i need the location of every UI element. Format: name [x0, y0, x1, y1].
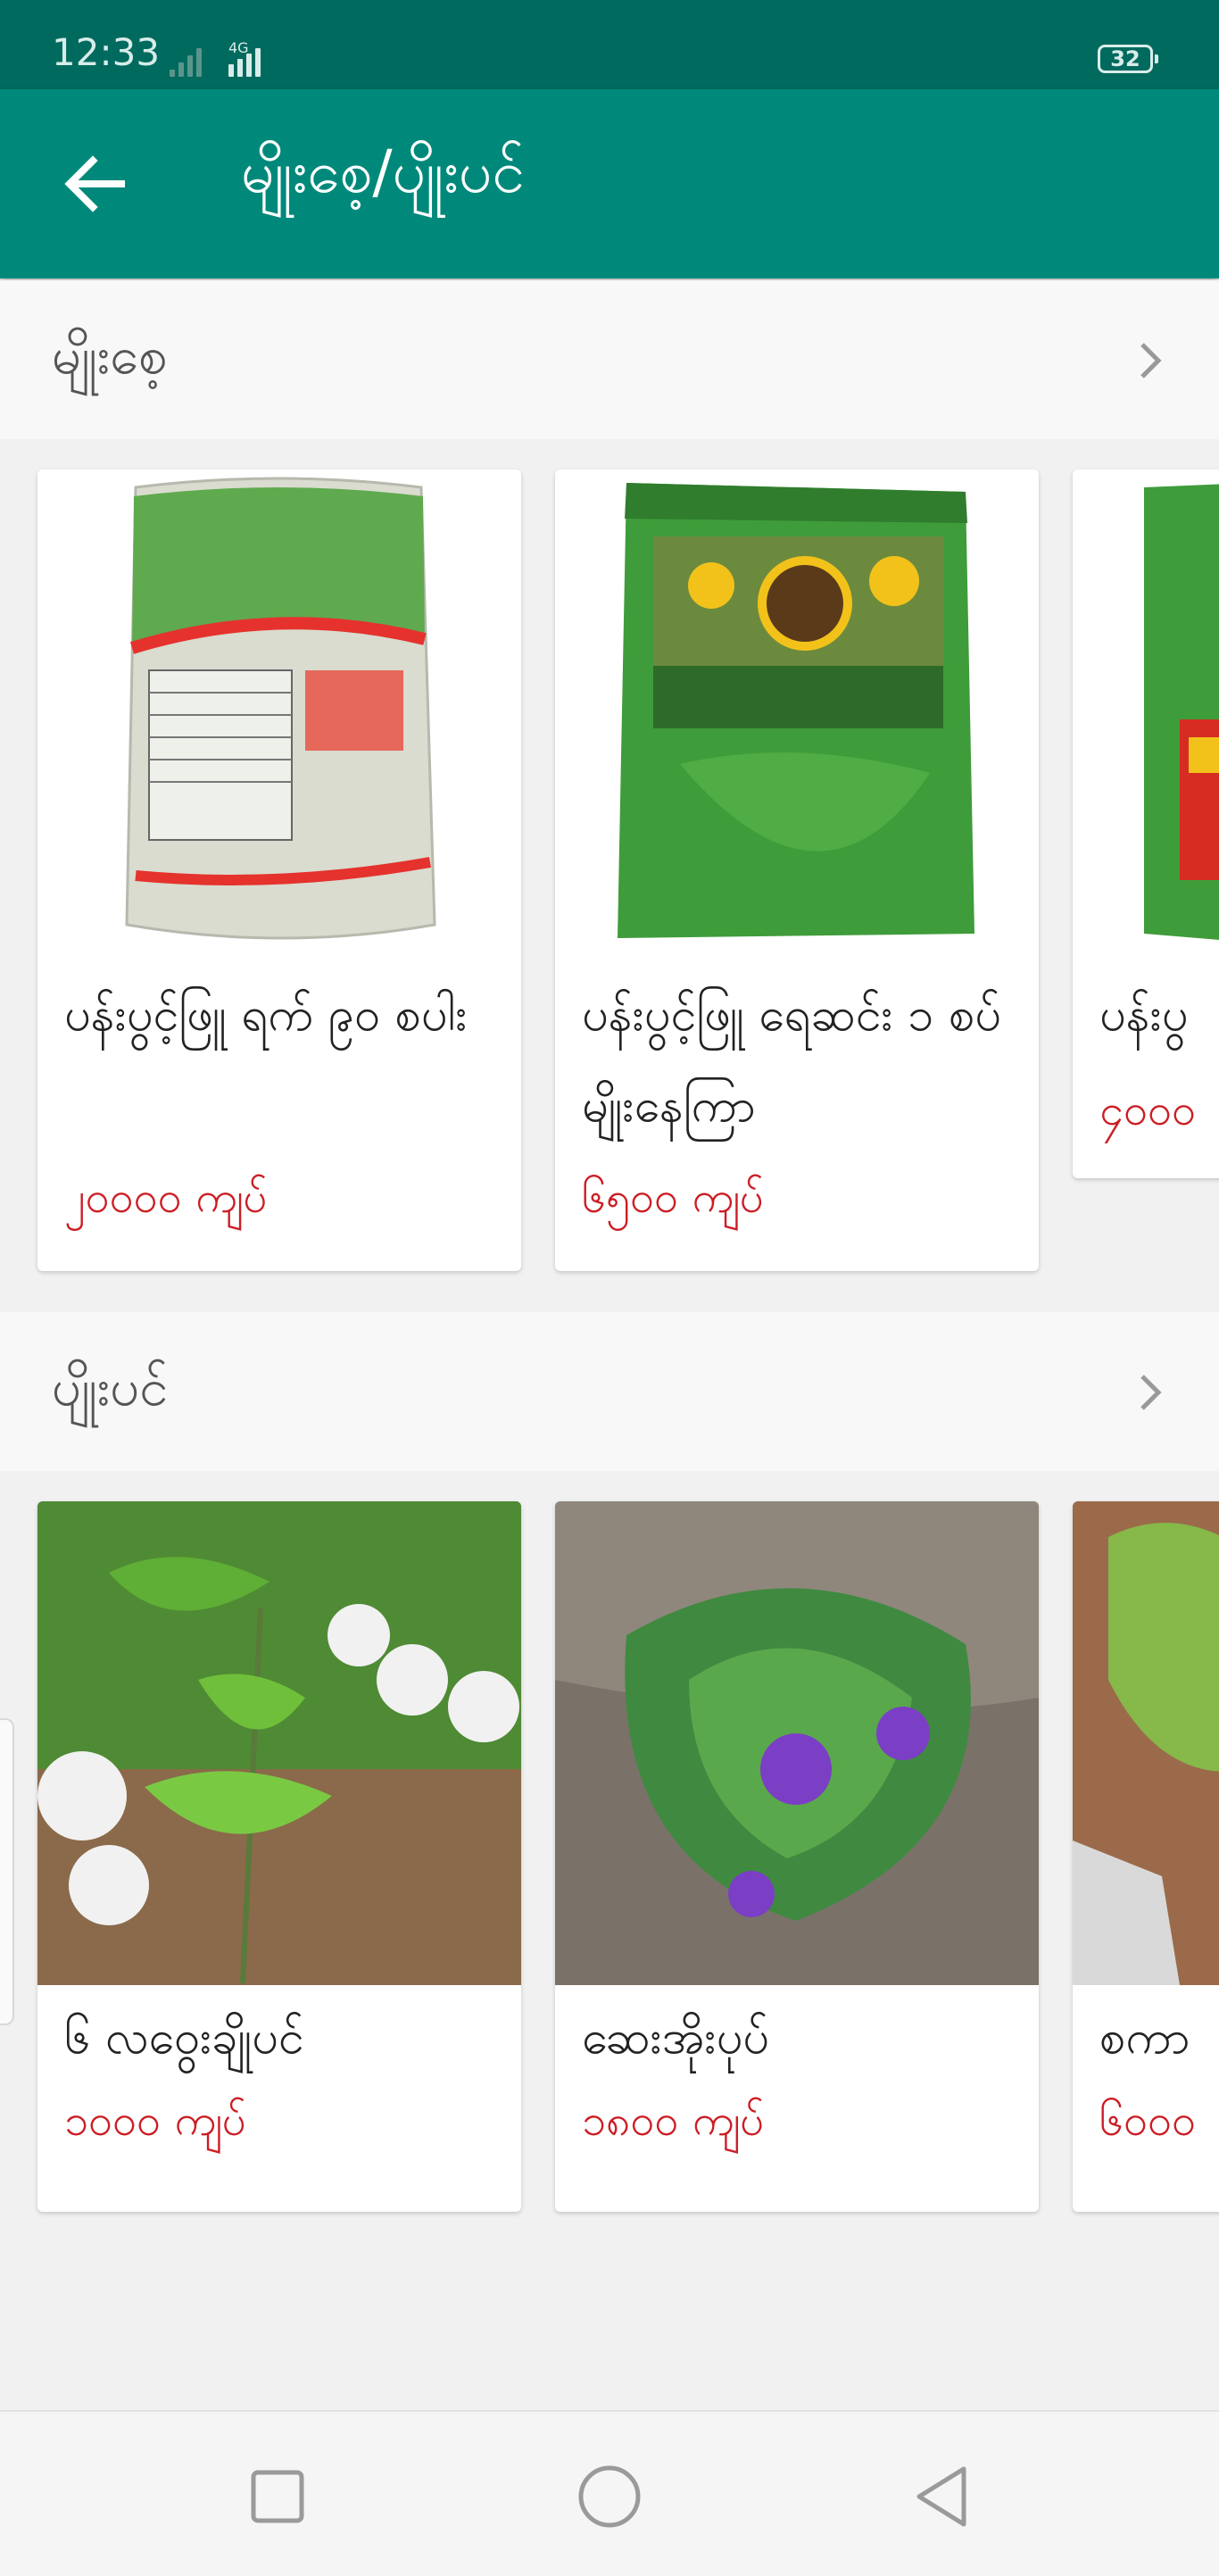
app-bar: မျိုးစေ့/ပျိုးပင်: [0, 89, 1219, 278]
product-image: [1073, 469, 1219, 953]
home-button[interactable]: [569, 2456, 650, 2537]
product-name: ပန်းပွင့်ဖြူ ရေဆင်း ၁ စပ်မျိုးနေကြာ: [582, 988, 1001, 1133]
product-card[interactable]: ပန်းပွင့်ဖြူ ရေဆင်း ၁ စပ်မျိုးနေကြာ ၆၅၀၀…: [555, 469, 1039, 1271]
signal-icon: 4G: [170, 39, 277, 77]
chevron-right-icon: [1140, 343, 1162, 378]
product-card[interactable]: ၆ လဝွေးချိုပင် ၁၀၀၀ ကျပ်: [37, 1501, 521, 2212]
product-name: ပန်းပွ: [1099, 988, 1189, 1042]
recents-button[interactable]: [237, 2456, 318, 2537]
side-drawer-handle[interactable]: [0, 1718, 14, 2025]
circle-icon: [578, 2465, 641, 2528]
section-header-seeds[interactable]: မျိုးစေ့: [0, 280, 1219, 439]
page-title: မျိုးစေ့/ပျိုးပင်: [241, 137, 526, 206]
status-bar: 12:33 4G 32: [0, 0, 1219, 89]
product-price: ၂၀၀၀၀ ကျပ်: [64, 1173, 268, 1223]
product-price: ၁၀၀၀ ကျပ်: [64, 2096, 246, 2146]
product-image: [1073, 1501, 1219, 1985]
product-image: [37, 469, 521, 953]
section-title: မျိုးစေ့: [52, 325, 168, 386]
battery-icon: 32: [1098, 45, 1158, 73]
back-nav-button[interactable]: [901, 2456, 982, 2537]
product-card[interactable]: ပန်းပွင့်ဖြူ ရက် ၉၀ စပါး ၂၀၀၀၀ ကျပ်: [37, 469, 521, 1271]
square-icon: [251, 2470, 304, 2523]
system-nav-bar: [0, 2410, 1219, 2576]
section-header-seedlings[interactable]: ပျိုးပင်: [0, 1312, 1219, 1471]
product-image: [555, 1501, 1039, 1985]
product-name: ပန်းပွင့်ဖြူ ရက် ၉၀ စပါး: [64, 988, 468, 1042]
back-button[interactable]: [54, 143, 136, 225]
product-price: ၁၈၀၀ ကျပ်: [582, 2096, 765, 2146]
product-image: [555, 469, 1039, 953]
product-price: ၆၅၀၀ ကျပ်: [582, 1173, 764, 1223]
product-name: ၆ လဝွေးချိုပင်: [64, 2011, 304, 2065]
product-card[interactable]: ပန်းပွ ၄၀၀၀: [1073, 469, 1219, 1178]
product-image: [37, 1501, 521, 1985]
status-time: 12:33: [52, 30, 161, 74]
product-name: ဆေးအိုးပုပ်: [582, 2011, 769, 2065]
section-title: ပျိုးပင်: [52, 1357, 169, 1417]
back-arrow-icon: [64, 155, 125, 212]
triangle-back-icon: [916, 2466, 966, 2527]
product-card[interactable]: စကာ ၆၀၀၀: [1073, 1501, 1219, 2212]
product-price: ၆၀၀၀: [1099, 2096, 1196, 2146]
product-price: ၄၀၀၀: [1099, 1085, 1196, 1135]
battery-level: 32: [1110, 46, 1140, 71]
product-name: စကာ: [1099, 2011, 1190, 2065]
product-card[interactable]: ဆေးအိုးပုပ် ၁၈၀၀ ကျပ်: [555, 1501, 1039, 2212]
chevron-right-icon: [1140, 1375, 1162, 1410]
